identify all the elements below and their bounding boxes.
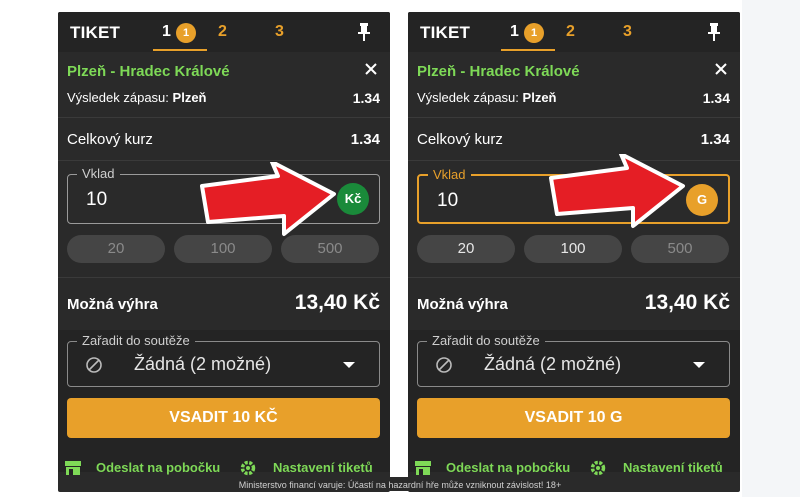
send-to-branch-link[interactable]: Odeslat na pobočku: [96, 460, 220, 475]
possible-win-row: Možná výhra 13,40 Kč: [408, 278, 740, 330]
ban-icon: [86, 357, 102, 373]
background-right: [742, 0, 800, 497]
gambling-disclaimer: Ministerstvo financí varuje: Účastí na h…: [238, 480, 562, 490]
gear-icon[interactable]: [589, 459, 607, 477]
competition-label: Zařadit do soutěže: [427, 333, 545, 348]
tab-ticket-2[interactable]: 2: [218, 23, 227, 41]
possible-win-label: Možná výhra: [417, 296, 508, 313]
quick-stake-100[interactable]: 100: [524, 235, 622, 263]
possible-win-value: 13,40 Kč: [294, 291, 380, 314]
bet-odd: 1.34: [352, 90, 380, 106]
tab-ticket-1[interactable]: 1: [510, 23, 519, 41]
tab-count-badge: 1: [524, 23, 544, 43]
tab-ticket-3[interactable]: 3: [623, 23, 632, 41]
red-arrow: [200, 162, 336, 236]
competition-select[interactable]: Zařadit do soutěže Žádná (2 možné): [417, 333, 730, 387]
pin-icon[interactable]: [356, 22, 372, 42]
stake-value[interactable]: 10: [437, 190, 458, 212]
match-name[interactable]: Plzeň - Hradec Králové: [417, 63, 580, 80]
place-bet-button[interactable]: VSADIT 10 KČ: [67, 398, 380, 438]
ticket-panel-right: TIKET 1 1 2 3 Plzeň - Hradec Králové Výs…: [408, 12, 740, 492]
place-bet-button[interactable]: VSADIT 10 G: [417, 398, 730, 438]
bet-pick: Plzeň: [522, 90, 557, 105]
possible-win-row: Možná výhra 13,40 Kč: [58, 278, 390, 330]
tab-ticket-3[interactable]: 3: [275, 23, 284, 41]
close-icon[interactable]: [714, 62, 728, 76]
gear-icon[interactable]: [239, 459, 257, 477]
quick-stake-500[interactable]: 500: [631, 235, 729, 263]
bet-item: Plzeň - Hradec Králové Výsledek zápasu: …: [408, 56, 740, 118]
competition-area: Zařadit do soutěže Žádná (2 možné) VSADI…: [58, 330, 390, 472]
quick-stake-20[interactable]: 20: [417, 235, 515, 263]
total-odds-value: 1.34: [700, 131, 730, 148]
send-to-branch-link[interactable]: Odeslat na pobočku: [446, 460, 570, 475]
total-odds-row: Celkový kurz 1.34: [58, 119, 390, 161]
stake-value[interactable]: 10: [86, 189, 107, 211]
background-left: [0, 0, 50, 497]
ticket-panel-left: TIKET 1 1 2 3 Plzeň - Hradec Králové Výs…: [58, 12, 390, 492]
currency-toggle[interactable]: Kč: [337, 183, 369, 215]
quick-stake-100[interactable]: 100: [174, 235, 272, 263]
bet-market: Výsledek zápasu: Plzeň: [67, 90, 207, 105]
ticket-settings-link[interactable]: Nastavení tiketů: [273, 460, 373, 475]
competition-value: Žádná (2 možné): [484, 354, 622, 374]
shop-icon[interactable]: [414, 459, 432, 477]
ban-icon: [436, 357, 452, 373]
red-arrow: [549, 154, 685, 228]
stake-label: Vklad: [428, 167, 471, 182]
total-odds-value: 1.34: [350, 131, 380, 148]
close-icon[interactable]: [364, 62, 378, 76]
ticket-title: TIKET: [420, 23, 471, 42]
stake-label: Vklad: [77, 166, 120, 181]
pin-icon[interactable]: [706, 22, 722, 42]
competition-label: Zařadit do soutěže: [77, 333, 195, 348]
currency-toggle[interactable]: G: [686, 184, 718, 216]
shop-icon[interactable]: [64, 459, 82, 477]
tab-count-badge: 1: [176, 23, 196, 43]
match-name[interactable]: Plzeň - Hradec Králové: [67, 63, 230, 80]
possible-win-value: 13,40 Kč: [644, 291, 730, 314]
ticket-header: TIKET 1 1 2 3: [58, 12, 390, 52]
caret-down-icon: [343, 362, 355, 368]
ticket-header: TIKET 1 1 2 3: [408, 12, 740, 52]
bet-item: Plzeň - Hradec Králové Výsledek zápasu: …: [58, 56, 390, 118]
quick-stake-500[interactable]: 500: [281, 235, 379, 263]
quick-stake-20[interactable]: 20: [67, 235, 165, 263]
competition-area: Zařadit do soutěže Žádná (2 možné) VSADI…: [408, 330, 740, 472]
tab-ticket-2[interactable]: 2: [566, 23, 575, 41]
competition-value: Žádná (2 možné): [134, 354, 272, 374]
bet-pick: Plzeň: [172, 90, 207, 105]
bet-odd: 1.34: [702, 90, 730, 106]
tab-ticket-1[interactable]: 1: [162, 23, 171, 41]
competition-select[interactable]: Zařadit do soutěže Žádná (2 možné): [67, 333, 380, 387]
ticket-settings-link[interactable]: Nastavení tiketů: [623, 460, 723, 475]
possible-win-label: Možná výhra: [67, 296, 158, 313]
total-odds-label: Celkový kurz: [67, 131, 153, 148]
active-tab-underline: [501, 49, 555, 51]
total-odds-label: Celkový kurz: [417, 131, 503, 148]
bet-market: Výsledek zápasu: Plzeň: [417, 90, 557, 105]
caret-down-icon: [693, 362, 705, 368]
ticket-title: TIKET: [70, 23, 121, 42]
background-gap: [392, 0, 407, 497]
active-tab-underline: [153, 49, 207, 51]
